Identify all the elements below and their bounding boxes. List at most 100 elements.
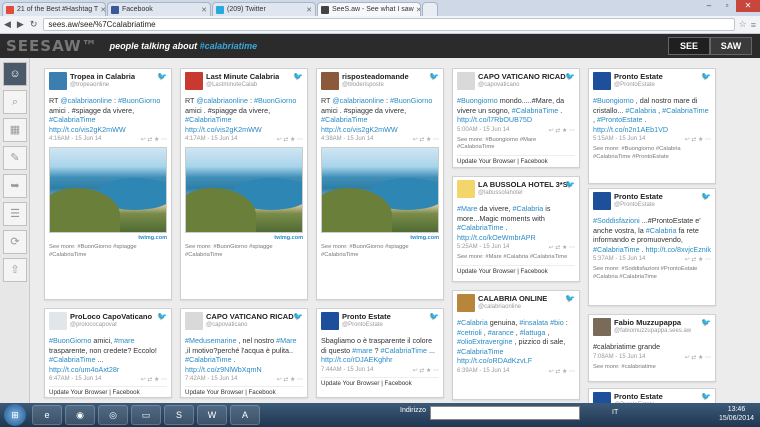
tab-close-icon[interactable]: ✕ [98,6,105,14]
see-more-tags[interactable]: See more: #Mare #Calabria #CalabriaTime [457,254,575,262]
tweet-link[interactable]: #Mare [276,336,296,345]
forward-icon[interactable]: ▶ [17,19,24,30]
see-more-tags[interactable]: See more: #BuonGiorno #spiagge #Calabria… [185,244,303,259]
update-browser-link[interactable]: Update Your Browser | Facebook [185,386,303,396]
author-handle[interactable]: @ProntoEstate [342,321,391,329]
tweet-link[interactable]: http://t.co/vis2gK2mWW [185,125,262,134]
photo-credit[interactable]: twimg.com [185,235,303,241]
tweet-link[interactable]: #Calabria [625,106,656,115]
tweet-actions[interactable]: ↩ ⇄ ★ ⋯ [549,368,575,375]
author-handle[interactable]: @tropeaonline [70,81,135,89]
tweet-card[interactable]: CAPO VATICANO RICAD @capovaticano 🐦 #Meduse… [180,308,308,398]
author-name[interactable]: Tropea in Calabria [70,72,135,81]
author-name[interactable]: CALABRIA ONLINE [478,294,547,303]
maximize-icon[interactable]: ▫ [718,0,736,12]
tweet-link[interactable]: #CalabriaTime [457,347,503,356]
tab-close-icon[interactable]: ✕ [414,6,420,14]
tweet-link[interactable]: http://t.co/vis2gK2mWW [321,125,398,134]
tweet-actions[interactable]: ↩ ⇄ ★ ⋯ [685,256,711,263]
avatar[interactable] [457,180,475,198]
tweet-link[interactable]: #CalabriaTime [457,223,503,232]
author-handle[interactable]: @capovaticano [206,321,294,329]
see-more-tags[interactable]: See more: #Soddisfazioni #ProntoEstate #… [593,266,711,281]
author-name[interactable]: CAPO VATICANO RICAD [206,312,294,321]
firefox-icon[interactable]: ◉ [65,405,95,425]
tagline-hashtag[interactable]: #calabriatime [200,41,258,51]
tweet-link[interactable]: http://t.co/kOeWmbrAPR [457,233,536,242]
tweet-actions[interactable]: ↩ ⇄ ★ ⋯ [549,127,575,134]
avatar[interactable] [457,294,475,312]
author-name[interactable]: Fabio Muzzupappa [614,318,691,327]
author-handle[interactable]: @LastminuteCalab [206,81,279,89]
author-name[interactable]: LA BUSSOLA HOTEL 3*S [478,180,568,189]
layout-icon[interactable]: ▦ [3,118,27,142]
tweet-link[interactable]: @calabriaonline [60,96,112,105]
see-button[interactable]: SEE [668,37,710,55]
avatar[interactable] [321,72,339,90]
tweet-card[interactable]: CALABRIA ONLINE @calabriaonline 🐦 #Calabria… [452,290,580,400]
tweet-link[interactable]: #cetrioli [457,328,482,337]
browser-tab[interactable]: (209) Twitter ✕ [212,2,316,16]
tweet-card[interactable]: LA BUSSOLA HOTEL 3*S @labussolahotel 🐦 #Mar… [452,176,580,282]
new-tab-button[interactable] [422,2,438,16]
photo-credit[interactable]: twimg.com [321,235,439,241]
tweet-photo[interactable] [321,147,439,233]
refresh-icon[interactable]: ⟳ [3,230,27,254]
author-name[interactable]: Pronto Estate [342,312,391,321]
list-icon[interactable]: ☰ [3,202,27,226]
tweet-link[interactable]: http://t.co/oRDAdKzvLF [457,356,532,365]
word-icon[interactable]: W [197,405,227,425]
tweet-card[interactable]: Tropea in Calabria @tropeaonline 🐦 RT @cala… [44,68,172,300]
tweet-link[interactable]: http://t.co/z9NlWbXqmN [185,365,262,374]
tweet-link[interactable]: http://t.co/8xvjcEznik [645,245,711,254]
author-name[interactable]: risposteadomande [342,72,409,81]
menu-icon[interactable]: ≡ [751,20,756,30]
avatar[interactable] [49,72,67,90]
tweet-card[interactable]: ProLoco CapoVaticano @prolococapovat 🐦 #Buo… [44,308,172,398]
tweet-link[interactable]: #Buongiorno [457,96,498,105]
search-icon[interactable]: ⌕ [3,90,27,114]
tweet-link[interactable]: #Calabria [646,226,677,235]
author-name[interactable]: CAPO VATICANO RICAD [478,72,566,81]
tweet-link[interactable]: #ProntoEstate [597,115,643,124]
close-icon[interactable]: ✕ [736,0,760,12]
tweet-link[interactable]: #olioExtravergine [457,337,513,346]
tweet-link[interactable]: #mare [114,336,134,345]
tweet-link[interactable]: #Soddisfazioni [593,216,640,225]
avatar[interactable] [593,392,611,403]
tweet-link[interactable]: #insalata [519,318,548,327]
avatar[interactable] [457,72,475,90]
tweet-card[interactable]: Fabio Muzzupappa @fabiomuzzupappa.sees.aw… [588,314,716,382]
tweet-link[interactable]: #bio [550,318,564,327]
tweet-photo[interactable] [49,147,167,233]
author-name[interactable]: Last Minute Calabria [206,72,279,81]
tweet-card[interactable]: risposteadomande @bloderisposte 🐦 RT @calab… [316,68,444,300]
minimize-icon[interactable]: – [700,0,718,12]
tweet-actions[interactable]: ↩ ⇄ ★ ⋯ [685,136,711,143]
update-browser-link[interactable]: Update Your Browser | Facebook [457,154,575,165]
update-browser-link[interactable]: Update Your Browser | Facebook [321,376,439,387]
tweet-link[interactable]: http://t.co/um4oAxt28r [49,365,119,374]
tweet-link[interactable]: #CalabriaTime [49,115,95,124]
explorer-icon[interactable]: ▭ [131,405,161,425]
tweet-link[interactable]: @calabriaonline [196,96,248,105]
skype-icon[interactable]: S [164,405,194,425]
update-browser-link[interactable]: Update Your Browser | Facebook [457,264,575,275]
avatar-icon[interactable]: ☺ [3,62,27,86]
tweet-link[interactable]: #CalabriaTime [49,355,95,364]
see-more-tags[interactable]: See more: #calabriatime [593,364,711,372]
brush-icon[interactable]: ✎ [3,146,27,170]
author-handle[interactable]: @labussolahotel [478,189,568,197]
avatar[interactable] [593,192,611,210]
author-name[interactable]: Pronto Estate [614,392,663,401]
upload-icon[interactable]: ⇧ [3,258,27,282]
tweet-card[interactable]: Pronto Estate@ProntoEstate🐦 [588,388,716,403]
indirizzo-input[interactable] [430,406,580,420]
chrome-icon[interactable]: ◎ [98,405,128,425]
system-clock[interactable]: 13:46 15/06/2014 [719,405,754,423]
author-handle[interactable]: @capovaticano [478,81,566,89]
tweet-card[interactable]: Last Minute Calabria @LastminuteCalab 🐦 RT … [180,68,308,300]
tweet-link[interactable]: #CalabriaTime [381,346,427,355]
author-name[interactable]: Pronto Estate [614,72,663,81]
author-handle[interactable]: @bloderisposte [342,81,409,89]
